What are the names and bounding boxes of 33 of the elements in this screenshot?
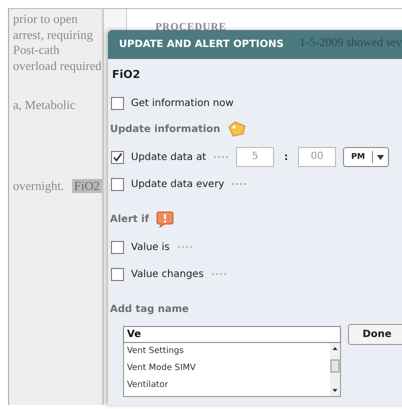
parameter-name: FiO2 <box>111 68 142 83</box>
suggestion-item[interactable]: Ventilator <box>124 377 330 394</box>
suggestion-item[interactable]: Vent Settings <box>124 343 330 360</box>
caret-icon <box>376 154 384 160</box>
check-icon <box>112 152 123 162</box>
tag-icon <box>227 121 248 137</box>
checkbox[interactable] <box>111 178 124 190</box>
checkbox[interactable] <box>111 268 124 280</box>
section-heading: PROCEDURE <box>155 22 228 33</box>
period-dropdown[interactable]: PM <box>343 147 389 167</box>
suggestion-item[interactable]: Vent Mode SIMV <box>124 360 330 377</box>
section-heading: Add tag name <box>110 302 190 316</box>
document-text: a, Metabolic <box>13 98 76 112</box>
highlighted-term: FiO2 <box>72 178 102 192</box>
alert-icon <box>156 210 174 228</box>
checkbox[interactable] <box>111 240 124 254</box>
section-heading: Alert if <box>110 214 149 224</box>
option-label: Get information now <box>131 98 234 108</box>
option-label: Value changes <box>131 268 204 280</box>
option-label: Update data every <box>131 178 224 190</box>
document-text: Post-cath <box>13 43 60 57</box>
document-text: arrest, requiring <box>13 28 93 42</box>
document-text: overnight. <box>13 178 64 192</box>
document-text: overload required <box>13 58 102 72</box>
option-label: Update data at <box>131 152 206 162</box>
tag-input-field[interactable]: Ve <box>123 326 341 343</box>
done-button[interactable]: Done <box>348 324 402 345</box>
time-separator: : <box>284 152 288 162</box>
option-label: Value is <box>131 242 170 252</box>
checkbox[interactable] <box>111 96 124 110</box>
checkbox[interactable] <box>111 150 124 164</box>
document-text: prior to open <box>13 12 78 26</box>
section-heading: Update information <box>110 124 220 134</box>
